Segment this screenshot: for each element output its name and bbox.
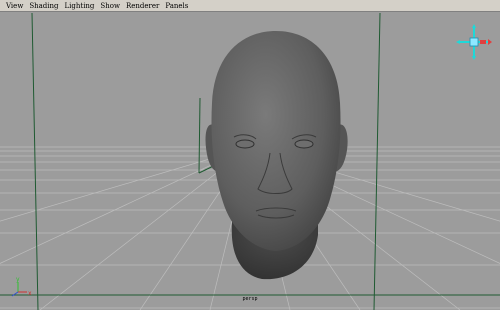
- viewport-canvas: y x: [0, 13, 500, 310]
- menu-renderer[interactable]: Renderer: [126, 0, 159, 12]
- svg-text:y: y: [16, 276, 20, 283]
- svg-text:x: x: [28, 290, 32, 297]
- axis-indicator-icon: y x: [11, 276, 32, 297]
- menu-view[interactable]: View: [6, 0, 23, 12]
- menu-shading[interactable]: Shading: [29, 0, 58, 12]
- menu-panels[interactable]: Panels: [165, 0, 188, 12]
- perspective-viewport[interactable]: y x persp: [0, 13, 500, 310]
- camera-name-label: persp: [242, 296, 258, 302]
- view-cube-icon: [456, 24, 492, 60]
- menu-lighting[interactable]: Lighting: [65, 0, 95, 12]
- menu-show[interactable]: Show: [100, 0, 120, 12]
- panel-menu-bar: View Shading Lighting Show Renderer Pane…: [0, 0, 500, 12]
